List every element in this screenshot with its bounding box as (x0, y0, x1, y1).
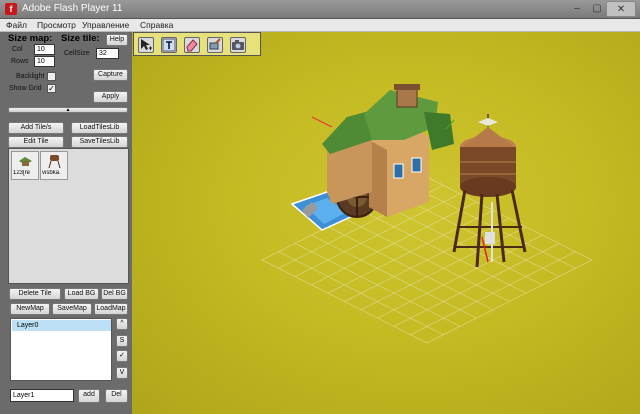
cellsize-input[interactable]: 32 (96, 48, 119, 59)
text-icon (162, 38, 176, 52)
save-tiles-lib-button[interactable]: SaveTilesLib (71, 136, 128, 148)
size-tile-heading: Size tile: (61, 33, 100, 44)
watermill-thumbnail-icon (19, 157, 32, 166)
tools-toolbar (133, 32, 261, 56)
rows-input[interactable]: 10 (34, 56, 55, 67)
col-label: Col (12, 46, 23, 53)
eraser-tool-button[interactable] (184, 37, 200, 53)
watermill-building[interactable] (290, 84, 455, 231)
camera-tool-button[interactable] (230, 37, 246, 53)
isometric-scene (261, 84, 593, 344)
load-map-button[interactable]: LoadMap (94, 303, 128, 315)
camera-icon (232, 40, 244, 50)
capture-button[interactable]: Capture (93, 69, 128, 81)
maximize-button[interactable]: ▢ (588, 1, 606, 17)
edit-tile-button[interactable]: Edit Tile (8, 136, 64, 148)
minimize-button[interactable]: – (568, 1, 586, 17)
layer-visible-checkbox[interactable]: ✓ (116, 350, 128, 362)
tile-name: 123[re (13, 170, 31, 176)
text-tool-button[interactable] (161, 37, 177, 53)
tile-library: 123[re visbka. (8, 148, 129, 284)
eraser-icon (186, 39, 198, 52)
tile-item[interactable]: 123[re (11, 151, 39, 180)
window-title-bar: f Adobe Flash Player 11 – ▢ ✕ (0, 0, 640, 19)
select-move-tool-button[interactable] (138, 37, 154, 53)
show-grid-checkbox[interactable]: ✓ (47, 84, 56, 93)
layers-list: Layer0 (10, 318, 112, 381)
layer-v-button[interactable]: V (116, 367, 128, 379)
menu-item-control[interactable]: Управление (82, 20, 129, 30)
menu-item-file[interactable]: Файл (6, 20, 27, 30)
layer-up-button[interactable]: ^ (116, 318, 128, 330)
brush-tool-button[interactable] (207, 37, 223, 53)
left-panel: Size map: Size tile: Help Col 10 CellSiz… (0, 32, 132, 414)
close-button[interactable]: ✕ (606, 1, 636, 17)
menu-bar: Файл Просмотр Управление Справка (0, 19, 640, 32)
help-button[interactable]: Help (106, 34, 128, 46)
tile-name: visbka. (42, 170, 61, 176)
select-move-icon (141, 39, 152, 50)
cellsize-label: CellSize (64, 50, 90, 57)
brush-icon (209, 38, 221, 50)
del-bg-button[interactable]: Del BG (101, 288, 128, 300)
delete-layer-button[interactable]: Del (105, 389, 128, 403)
show-grid-label: Show Grid (9, 85, 42, 92)
col-input[interactable]: 10 (34, 44, 55, 55)
panel-collapse-divider[interactable]: ▲ (8, 107, 128, 113)
map-canvas[interactable] (132, 32, 640, 414)
delete-tile-button[interactable]: Delete Tile (9, 288, 61, 300)
apply-button[interactable]: Apply (93, 91, 128, 103)
water-tower-building[interactable] (452, 114, 527, 268)
menu-item-view[interactable]: Просмотр (37, 20, 76, 30)
window-title: Adobe Flash Player 11 (22, 3, 123, 14)
size-map-heading: Size map: (8, 33, 53, 44)
tile-item[interactable]: visbka. (40, 151, 68, 180)
new-layer-name-input[interactable]: Layer1 (10, 389, 74, 402)
load-tiles-lib-button[interactable]: LoadTilesLib (71, 122, 128, 134)
layer-s-button[interactable]: S (116, 335, 128, 347)
rows-label: Rows (11, 58, 29, 65)
backlight-label: Backlight (16, 73, 45, 80)
save-map-button[interactable]: SaveMap (52, 303, 92, 315)
add-tiles-button[interactable]: Add Tile/s (8, 122, 64, 134)
layer-item[interactable]: Layer0 (12, 320, 111, 331)
load-bg-button[interactable]: Load BG (64, 288, 99, 300)
add-layer-button[interactable]: add (78, 389, 100, 403)
backlight-checkbox[interactable] (47, 72, 56, 81)
new-map-button[interactable]: NewMap (10, 303, 50, 315)
flash-player-icon: f (5, 3, 17, 15)
water-tower-thumbnail-icon (48, 155, 61, 168)
menu-item-help[interactable]: Справка (140, 20, 173, 30)
